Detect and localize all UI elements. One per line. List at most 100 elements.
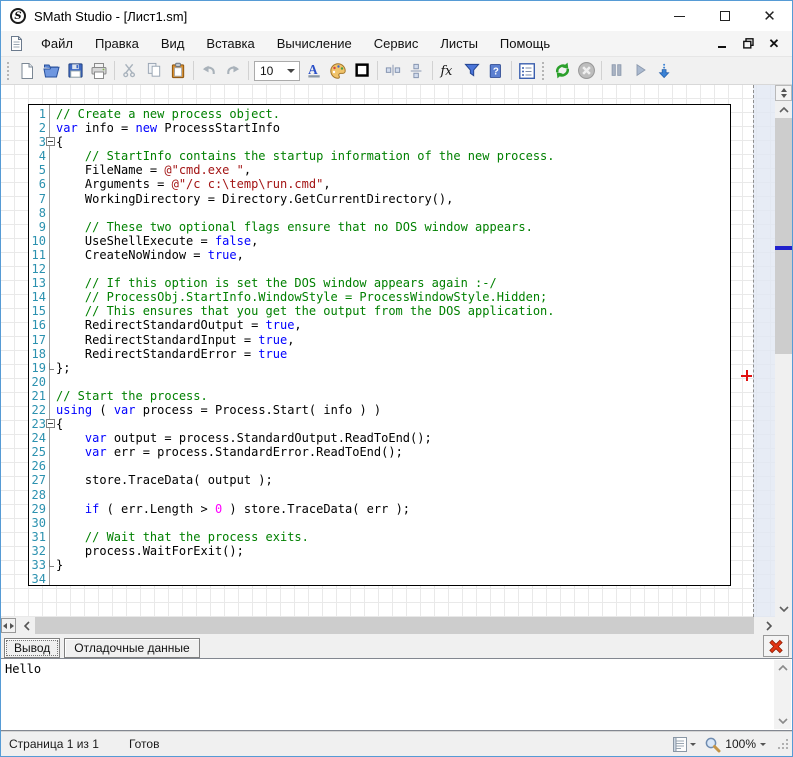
code-line[interactable]: 19}; (29, 361, 730, 375)
print-button[interactable] (87, 59, 111, 83)
code-line[interactable]: 15 // This ensures that you get the outp… (29, 304, 730, 318)
zoom-button[interactable] (704, 736, 721, 753)
cut-button[interactable] (118, 59, 142, 83)
palette-button[interactable] (326, 59, 350, 83)
redo-button[interactable] (221, 59, 245, 83)
code-line[interactable]: 3{ (29, 135, 730, 149)
code-line[interactable]: 14 // ProcessObj.StartInfo.WindowStyle =… (29, 290, 730, 304)
menu-item-view[interactable]: Вид (150, 31, 196, 56)
code-line[interactable]: 4 // StartInfo contains the startup info… (29, 149, 730, 163)
toolbar-grip[interactable] (542, 62, 547, 80)
zoom-dropdown-caret[interactable] (760, 743, 766, 749)
function-button[interactable]: fx (436, 59, 460, 83)
output-scroll-down-button[interactable] (774, 713, 791, 729)
font-size-combo[interactable]: 10 (254, 61, 300, 81)
code-line[interactable]: 5 FileName = @"cmd.exe ", (29, 163, 730, 177)
menu-item-file[interactable]: Файл (30, 31, 84, 56)
new-file-button[interactable] (15, 59, 39, 83)
code-line[interactable]: 10 UseShellExecute = false, (29, 234, 730, 248)
options-list-button[interactable] (515, 59, 539, 83)
scroll-down-button[interactable] (775, 600, 792, 617)
save-file-button[interactable] (63, 59, 87, 83)
split-view-handle[interactable] (775, 85, 792, 101)
code-line[interactable]: 32 process.WaitForExit(); (29, 544, 730, 558)
tab-debug-data[interactable]: Отладочные данные (64, 638, 199, 658)
code-line[interactable]: 6 Arguments = @"/c c:\temp\run.cmd", (29, 177, 730, 191)
mdi-restore-button[interactable] (740, 36, 756, 52)
open-file-button[interactable] (39, 59, 63, 83)
code-line[interactable]: 12 (29, 262, 730, 276)
horizontal-split-handle[interactable] (1, 618, 16, 633)
fold-collapse-icon[interactable] (46, 419, 55, 428)
resize-grip[interactable] (778, 739, 788, 749)
code-line[interactable]: 9 // These two optional flags ensure tha… (29, 220, 730, 234)
output-console[interactable]: Hello (1, 658, 792, 731)
code-line[interactable]: 29 if ( err.Length > 0 ) store.TraceData… (29, 502, 730, 516)
code-line[interactable]: 17 RedirectStandardInput = true, (29, 333, 730, 347)
code-line[interactable]: 16 RedirectStandardOutput = true, (29, 318, 730, 332)
code-line[interactable]: 8 (29, 206, 730, 220)
page-view-button[interactable] (672, 736, 688, 753)
code-editor[interactable]: 1// Create a new process object.2var inf… (28, 104, 731, 586)
horizontal-align-button[interactable] (381, 59, 405, 83)
code-line[interactable]: 2var info = new ProcessStartInfo (29, 121, 730, 135)
scroll-left-button[interactable] (18, 617, 35, 634)
undo-button[interactable] (197, 59, 221, 83)
border-button[interactable] (350, 59, 374, 83)
code-line[interactable]: 30 (29, 516, 730, 530)
mdi-minimize-button[interactable] (714, 36, 730, 52)
debug-step-button[interactable] (653, 59, 677, 83)
code-line[interactable]: 20 (29, 375, 730, 389)
code-line[interactable]: 18 RedirectStandardError = true (29, 347, 730, 361)
code-line[interactable]: 21// Start the process. (29, 389, 730, 403)
fold-collapse-icon[interactable] (46, 137, 55, 146)
scroll-up-button[interactable] (775, 101, 792, 118)
font-color-button[interactable]: A (302, 59, 326, 83)
paste-button[interactable] (166, 59, 190, 83)
code-line[interactable]: 31 // Wait that the process exits. (29, 530, 730, 544)
run-button[interactable] (629, 59, 653, 83)
menu-item-help[interactable]: Помощь (489, 31, 561, 56)
vertical-align-button[interactable] (405, 59, 429, 83)
code-line[interactable]: 33} (29, 558, 730, 572)
code-line[interactable]: 23{ (29, 417, 730, 431)
menu-item-sheets[interactable]: Листы (429, 31, 489, 56)
pause-button[interactable] (605, 59, 629, 83)
code-line[interactable]: 13 // If this option is set the DOS wind… (29, 276, 730, 290)
code-line[interactable]: 28 (29, 488, 730, 502)
interrupt-button[interactable] (574, 59, 598, 83)
code-line[interactable]: 7 WorkingDirectory = Directory.GetCurren… (29, 192, 730, 206)
tab-output[interactable]: Вывод (4, 638, 60, 658)
maximize-button[interactable] (702, 1, 747, 31)
vertical-scroll-thumb[interactable] (775, 118, 792, 354)
menu-item-tools[interactable]: Сервис (363, 31, 430, 56)
reference-book-button[interactable]: ? (484, 59, 508, 83)
worksheet-canvas[interactable]: 1// Create a new process object.2var inf… (1, 85, 792, 617)
scroll-right-button[interactable] (760, 617, 777, 634)
output-scrollbar[interactable] (774, 660, 791, 729)
page-view-dropdown-caret[interactable] (690, 743, 696, 749)
horizontal-scrollbar[interactable] (1, 617, 792, 634)
menu-item-edit[interactable]: Правка (84, 31, 150, 56)
copy-button[interactable] (142, 59, 166, 83)
filter-button[interactable] (460, 59, 484, 83)
output-scroll-up-button[interactable] (774, 660, 791, 676)
menu-item-calculation[interactable]: Вычисление (266, 31, 363, 56)
code-line[interactable]: 34 (29, 572, 730, 586)
code-line[interactable]: 1// Create a new process object. (29, 107, 730, 121)
chevron-down-icon[interactable] (287, 69, 295, 77)
code-line[interactable]: 25 var err = process.StandardError.ReadT… (29, 445, 730, 459)
close-output-panel-button[interactable] (763, 635, 789, 657)
toolbar-grip[interactable] (7, 62, 12, 80)
recalculate-button[interactable] (550, 59, 574, 83)
mdi-close-button[interactable]: ✕ (766, 36, 782, 52)
minimize-button[interactable] (657, 1, 702, 31)
close-button[interactable]: ✕ (747, 1, 792, 31)
code-line[interactable]: 27 store.TraceData( output ); (29, 473, 730, 487)
vertical-scrollbar[interactable] (775, 85, 792, 617)
code-line[interactable]: 24 var output = process.StandardOutput.R… (29, 431, 730, 445)
code-line[interactable]: 22using ( var process = Process.Start( i… (29, 403, 730, 417)
horizontal-scroll-thumb[interactable] (35, 617, 754, 634)
code-line[interactable]: 11 CreateNoWindow = true, (29, 248, 730, 262)
code-line[interactable]: 26 (29, 459, 730, 473)
